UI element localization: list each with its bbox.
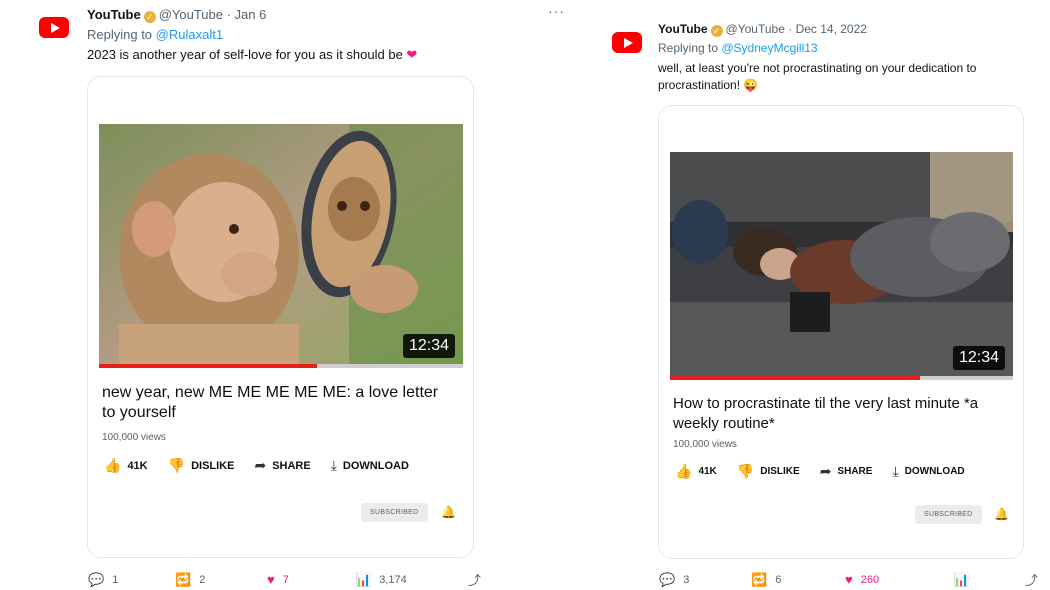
author-handle[interactable]: @YouTube [726, 22, 785, 36]
replying-prefix: Replying to [658, 41, 722, 55]
like-tweet-count: 260 [860, 573, 880, 586]
retweet-button[interactable]: 🔁 6 [751, 572, 845, 588]
heart-icon: ♥ [845, 572, 853, 587]
winking-face-emoji-icon: 😜 [743, 78, 759, 92]
tweet-text-content: well, at least you're not procrastinatin… [658, 61, 977, 92]
share-label: SHARE [837, 466, 873, 477]
like-count: 41K [698, 466, 717, 477]
tweet-text: well, at least you're not procrastinatin… [658, 60, 1038, 94]
tweet-header: YouTube ✓ @YouTube · Dec 14, 2022 [658, 22, 867, 37]
video-views: 100,000 views [673, 439, 737, 450]
download-label: DOWNLOAD [904, 466, 965, 477]
retweet-count: 6 [775, 573, 782, 586]
views-button[interactable]: 📊 [953, 572, 1025, 588]
youtube-avatar-icon[interactable] [612, 32, 642, 53]
like-button[interactable]: 👍 41K [675, 463, 717, 480]
thumbs-down-icon: 👎 [736, 463, 755, 479]
share-tweet-button[interactable]: ⤴ [1025, 570, 1046, 589]
tweet-2: YouTube ✓ @YouTube · Dec 14, 2022 Replying… [0, 0, 1050, 590]
replying-to: Replying to @SydneyMcgill13 [658, 41, 818, 55]
video-progress-bar[interactable] [670, 376, 1013, 380]
video-progress-fill [670, 376, 921, 380]
views-icon: 📊 [953, 571, 970, 587]
tweet-date[interactable]: · Dec 14, 2022 [788, 22, 867, 36]
dislike-label: DISLIKE [760, 466, 800, 477]
video-thumbnail[interactable]: 12:34 [670, 152, 1013, 380]
reply-icon: 💬 [659, 571, 676, 587]
reply-button[interactable]: 💬 3 [659, 572, 751, 588]
download-button[interactable]: ⤓ DOWNLOAD [892, 463, 964, 480]
share-button[interactable]: ➦ SHARE [820, 463, 873, 480]
dislike-button[interactable]: 👎 DISLIKE [737, 463, 800, 480]
verified-badge-icon: ✓ [710, 25, 723, 37]
like-tweet-button[interactable]: ♥ 260 [845, 572, 953, 587]
share-tweet-icon: ⤴ [1025, 573, 1039, 588]
retweet-icon: 🔁 [751, 571, 768, 587]
bell-icon[interactable]: 🔔 [994, 507, 1009, 521]
thumbs-up-icon: 👍 [675, 463, 693, 479]
tweet-stats: 💬 3 🔁 6 ♥ 260 📊 ⤴ [659, 570, 1046, 589]
video-title[interactable]: How to procrastinate til the very last m… [673, 394, 1003, 434]
subscribed-button[interactable]: SUBSCRIBED [915, 505, 982, 524]
video-duration: 12:34 [952, 346, 1005, 370]
video-card[interactable]: 12:34 How to procrastinate til the very … [658, 105, 1024, 559]
share-icon: ➦ [819, 463, 832, 479]
reply-count: 3 [683, 573, 690, 586]
replying-to-link[interactable]: @SydneyMcgill13 [721, 41, 817, 55]
video-actions: 👍 41K 👎 DISLIKE ➦ SHARE ⤓ DOWNLOAD [675, 463, 985, 480]
author-name[interactable]: YouTube [658, 22, 708, 36]
download-icon: ⤓ [892, 463, 899, 479]
